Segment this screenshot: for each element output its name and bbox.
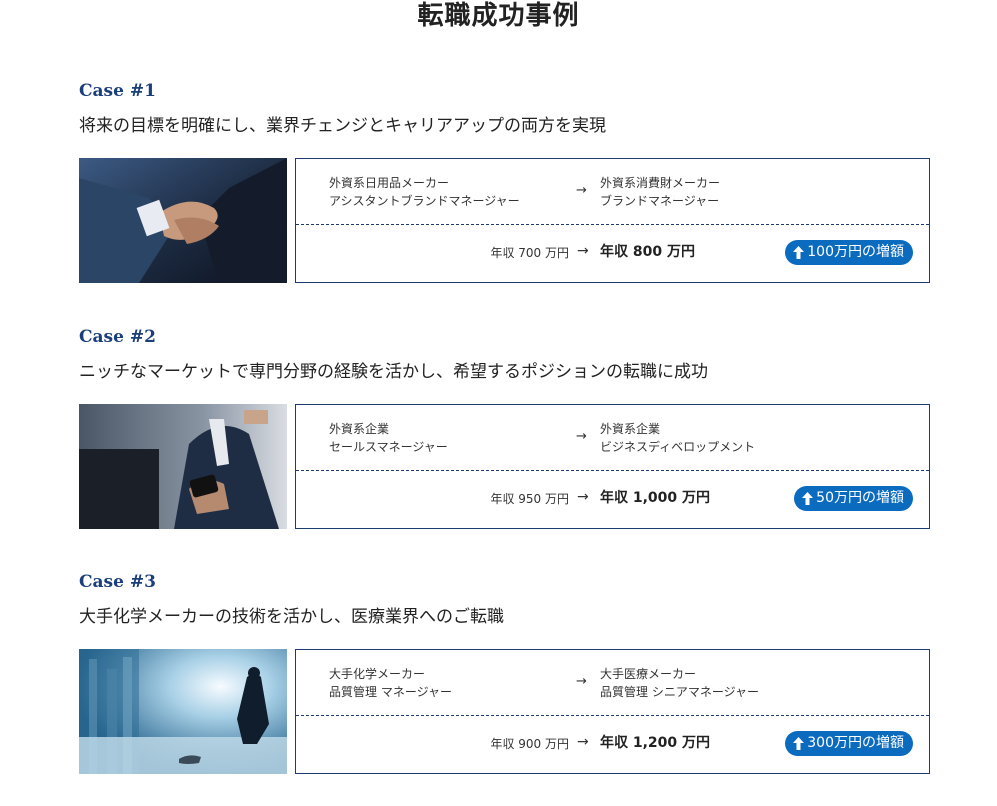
case-headline: 大手化学メーカーの技術を活かし、医療業界へのご転職 [79, 607, 504, 627]
salary-increase-badge: 100万円の増額 [785, 240, 913, 265]
case-body: 外資系日用品メーカー アシスタントブランドマネージャー → 外資系消費財メーカー… [79, 158, 930, 283]
from-role: セールスマネージャー [329, 440, 448, 454]
from-position: 外資系企業 セールスマネージャー [329, 420, 448, 456]
career-change-row: 大手化学メーカー 品質管理 マネージャー → 大手医療メーカー 品質管理 シニア… [296, 650, 929, 716]
case-label: Case #1 [79, 81, 156, 101]
salary-increase-text: 50万円の増額 [816, 490, 904, 506]
to-company: 大手医療メーカー [600, 667, 697, 681]
to-role: 品質管理 シニアマネージャー [600, 685, 759, 699]
to-position: 外資系企業 ビジネスディベロップメント [600, 420, 755, 456]
window-city-photo [79, 649, 287, 774]
career-change-row: 外資系企業 セールスマネージャー → 外資系企業 ビジネスディベロップメント [296, 405, 929, 471]
from-position: 大手化学メーカー 品質管理 マネージャー [329, 665, 452, 701]
salary-after: 年収 800 万円 [600, 244, 695, 260]
to-position: 大手医療メーカー 品質管理 シニアマネージャー [600, 665, 759, 701]
from-company: 外資系企業 [329, 422, 390, 436]
salary-before: 年収 950 万円 [490, 492, 569, 506]
from-position: 外資系日用品メーカー アシスタントブランドマネージャー [329, 174, 520, 210]
salary-increase-text: 300万円の増額 [807, 735, 904, 751]
arrow-right-icon: → [577, 734, 589, 750]
to-company: 外資系企業 [600, 422, 661, 436]
salary-before: 年収 900 万円 [490, 737, 569, 751]
from-role: アシスタントブランドマネージャー [329, 194, 520, 208]
career-info-box: 外資系企業 セールスマネージャー → 外資系企業 ビジネスディベロップメント 年… [295, 404, 930, 529]
case-card-2: Case #2 ニッチなマーケットで専門分野の経験を活かし、希望するポジションの… [79, 326, 930, 529]
arrow-right-icon: → [577, 243, 589, 259]
career-info-box: 大手化学メーカー 品質管理 マネージャー → 大手医療メーカー 品質管理 シニア… [295, 649, 930, 774]
case-card-1: Case #1 将来の目標を明確にし、業界チェンジとキャリアアップの両方を実現 [79, 80, 930, 283]
salary-row: 年収 900 万円 → 年収 1,200 万円 300万円の増額 [296, 716, 929, 773]
case-body: 外資系企業 セールスマネージャー → 外資系企業 ビジネスディベロップメント 年… [79, 404, 930, 529]
arrow-up-icon [793, 737, 805, 750]
arrow-right-icon: → [576, 674, 587, 689]
from-role: 品質管理 マネージャー [329, 685, 452, 699]
case-headline: ニッチなマーケットで専門分野の経験を活かし、希望するポジションの転職に成功 [79, 362, 708, 382]
career-info-box: 外資系日用品メーカー アシスタントブランドマネージャー → 外資系消費財メーカー… [295, 158, 930, 283]
case-card-3: Case #3 大手化学メーカーの技術を活かし、医療業界へのご転職 大手化学メー… [79, 571, 930, 774]
handshake-photo [79, 158, 287, 283]
to-role: ブランドマネージャー [600, 194, 720, 208]
to-company: 外資系消費財メーカー [600, 176, 721, 190]
arrow-right-icon: → [576, 429, 587, 444]
career-change-row: 外資系日用品メーカー アシスタントブランドマネージャー → 外資系消費財メーカー… [296, 159, 929, 225]
to-role: ビジネスディベロップメント [600, 440, 756, 454]
salary-increase-badge: 50万円の増額 [794, 486, 913, 511]
salary-row: 年収 950 万円 → 年収 1,000 万円 50万円の増額 [296, 471, 929, 528]
salary-increase-text: 100万円の増額 [807, 244, 904, 260]
arrow-up-icon [802, 492, 814, 505]
case-label: Case #3 [79, 572, 156, 592]
arrow-right-icon: → [576, 183, 587, 198]
arrow-right-icon: → [577, 489, 589, 505]
salary-row: 年収 700 万円 → 年収 800 万円 100万円の増額 [296, 225, 929, 282]
salary-before: 年収 700 万円 [490, 246, 569, 260]
from-company: 大手化学メーカー [329, 667, 426, 681]
case-body: 大手化学メーカー 品質管理 マネージャー → 大手医療メーカー 品質管理 シニア… [79, 649, 930, 774]
businessman-phone-photo [79, 404, 287, 529]
salary-after: 年収 1,000 万円 [600, 490, 711, 506]
case-label: Case #2 [79, 327, 156, 347]
salary-increase-badge: 300万円の増額 [785, 731, 913, 756]
case-headline: 将来の目標を明確にし、業界チェンジとキャリアアップの両方を実現 [79, 116, 606, 136]
from-company: 外資系日用品メーカー [329, 176, 450, 190]
arrow-up-icon [793, 246, 805, 259]
to-position: 外資系消費財メーカー ブランドマネージャー [600, 174, 720, 210]
page-title: 転職成功事例 [417, 1, 580, 31]
salary-after: 年収 1,200 万円 [600, 735, 711, 751]
